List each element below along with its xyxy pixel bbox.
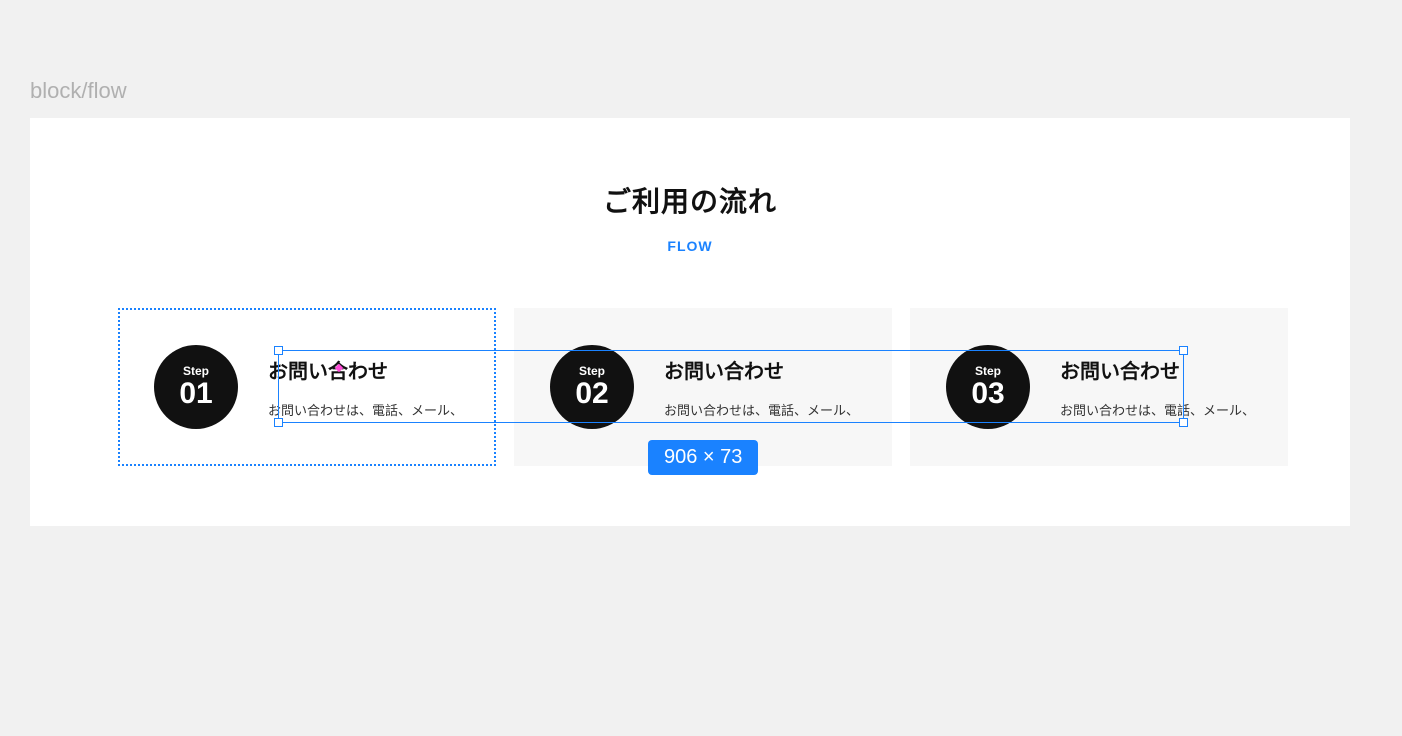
section-header: ご利用の流れ FLOW — [30, 118, 1350, 254]
step-desc: お問い合わせは、電話、メール、 — [1060, 400, 1255, 419]
step-card[interactable]: Step 01 お問い合わせ お問い合わせは、電話、メール、 — [118, 308, 496, 466]
breadcrumb: block/flow — [30, 78, 127, 104]
step-text: お問い合わせ お問い合わせは、電話、メール、 — [664, 355, 859, 419]
step-title: お問い合わせ — [664, 355, 859, 384]
step-text: お問い合わせ お問い合わせは、電話、メール、 — [268, 355, 463, 419]
step-number: 03 — [971, 379, 1004, 409]
step-desc: お問い合わせは、電話、メール、 — [664, 400, 859, 419]
step-badge: Step 03 — [946, 345, 1030, 429]
selection-size-badge: 906 × 73 — [648, 440, 758, 475]
step-label: Step — [183, 365, 209, 377]
section-title: ご利用の流れ — [30, 180, 1350, 220]
step-label: Step — [975, 365, 1001, 377]
step-text: お問い合わせ お問い合わせは、電話、メール、 — [1060, 355, 1255, 419]
step-title: お問い合わせ — [268, 355, 463, 384]
step-title: お問い合わせ — [1060, 355, 1255, 384]
design-canvas[interactable]: ご利用の流れ FLOW Step 01 お問い合わせ お問い合わせは、電話、メー… — [30, 118, 1350, 526]
step-label: Step — [579, 365, 605, 377]
step-badge: Step 01 — [154, 345, 238, 429]
step-number: 02 — [575, 379, 608, 409]
step-badge: Step 02 — [550, 345, 634, 429]
step-desc: お問い合わせは、電話、メール、 — [268, 400, 463, 419]
section-subtitle: FLOW — [30, 238, 1350, 254]
step-number: 01 — [179, 379, 212, 409]
step-card[interactable]: Step 03 お問い合わせ お問い合わせは、電話、メール、 — [910, 308, 1288, 466]
